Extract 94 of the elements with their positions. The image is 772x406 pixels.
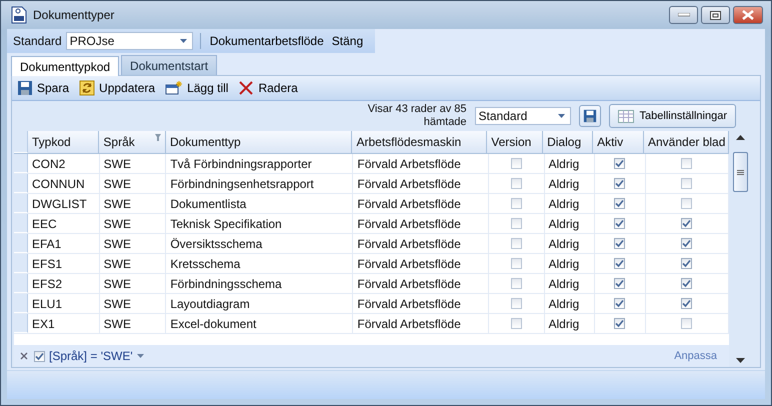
scroll-down-icon[interactable] (736, 358, 745, 363)
scroll-up-icon[interactable] (736, 135, 745, 140)
table-cell: SWE (100, 214, 166, 233)
project-dropdown[interactable]: PROJse (66, 32, 193, 50)
toolbar-button[interactable]: Radera (236, 80, 300, 96)
table-cell: SWE (100, 294, 166, 313)
table-cell: Aldrig (544, 314, 595, 333)
checkbox[interactable] (681, 198, 692, 209)
grip-icon (737, 170, 744, 174)
close-icon (742, 10, 754, 20)
standard-label: Standard (13, 34, 62, 48)
row-count-text: Visar 43 rader av 85 hämtade (366, 103, 467, 129)
checkbox[interactable] (510, 178, 522, 189)
table-cell: SWE (100, 254, 166, 273)
minimize-icon (678, 13, 690, 17)
table-cell: SWE (100, 154, 166, 173)
document-icon (11, 6, 27, 24)
checkbox[interactable] (510, 158, 522, 169)
checkbox[interactable] (614, 318, 626, 329)
table-cell: Aldrig (544, 234, 595, 253)
caret-icon (558, 114, 565, 118)
table-cell: SWE (100, 314, 166, 333)
column-header[interactable]: Arbetsflödesmaskin (352, 131, 488, 153)
table-cell: Aldrig (544, 294, 595, 313)
column-header[interactable]: Dialog (543, 131, 594, 153)
toolbar-button[interactable]: Lägg till (163, 80, 230, 96)
corner-cell (14, 131, 28, 153)
checkbox[interactable] (614, 178, 626, 189)
table-settings-button[interactable]: Tabellinställningar (608, 104, 736, 128)
table-cell: SWE (100, 194, 166, 213)
table-icon (618, 110, 634, 122)
checkbox[interactable] (614, 278, 626, 289)
column-header[interactable]: Använder blad (644, 131, 729, 153)
checkbox[interactable] (614, 298, 626, 309)
checkbox[interactable] (614, 158, 626, 169)
table-cell: Aldrig (544, 254, 595, 273)
table-cell: Aldrig (544, 174, 595, 193)
table-cell: SWE (100, 174, 166, 193)
checkbox[interactable] (510, 238, 522, 249)
save-icon (582, 109, 597, 123)
tab[interactable]: Dokumenttypkod (11, 56, 120, 76)
window-title: Dokumenttyper (33, 8, 114, 22)
close-button[interactable] (733, 6, 763, 24)
checkbox[interactable] (681, 298, 692, 309)
clear-filter-button[interactable] (18, 352, 30, 360)
filter-text[interactable]: [Språk] = 'SWE' (49, 349, 133, 363)
checkbox[interactable] (681, 258, 692, 269)
scrollbar-thumb[interactable] (733, 152, 748, 192)
table-cell: SWE (100, 234, 166, 253)
table-cell: Aldrig (544, 194, 595, 213)
caret-icon (180, 39, 187, 43)
caret-icon (136, 354, 144, 358)
checkbox[interactable] (614, 198, 626, 209)
checkbox[interactable] (614, 218, 626, 229)
table-cell: Aldrig (544, 214, 595, 233)
column-header[interactable]: Typkod (28, 131, 100, 153)
delete-icon (238, 80, 254, 96)
checkbox[interactable] (681, 178, 692, 189)
checkbox[interactable] (681, 218, 692, 229)
checkbox[interactable] (614, 238, 626, 249)
save-layout-button[interactable] (578, 105, 601, 127)
toolbar-button[interactable]: Uppdatera (77, 80, 158, 96)
refresh-icon (79, 80, 96, 96)
checkbox[interactable] (681, 318, 692, 329)
checkbox[interactable] (510, 278, 522, 289)
checkbox[interactable] (681, 278, 692, 289)
toolbar-link[interactable]: Stäng (330, 34, 366, 48)
tab[interactable]: Dokumentstart (121, 55, 218, 75)
checkbox[interactable] (510, 218, 522, 229)
checkbox[interactable] (510, 318, 522, 329)
checkbox[interactable] (681, 238, 692, 249)
table-cell: Aldrig (544, 154, 595, 173)
maximize-button[interactable] (701, 6, 730, 24)
column-header[interactable]: Aktiv (593, 131, 644, 153)
toolbar-button[interactable]: Spara (15, 80, 72, 96)
column-header[interactable]: Dokumenttyp (166, 131, 352, 153)
toolbar-link[interactable]: Dokumentarbetsflöde (208, 34, 326, 48)
checkbox[interactable] (510, 258, 522, 269)
checkbox[interactable] (510, 198, 522, 209)
table-cell: Aldrig (544, 274, 595, 293)
layout-dropdown[interactable]: Standard (474, 107, 571, 125)
filter-icon (154, 134, 161, 141)
filter-checkbox[interactable] (34, 350, 45, 362)
customize-link[interactable]: Anpassa (668, 349, 723, 363)
checkbox[interactable] (510, 298, 522, 309)
checkbox[interactable] (614, 258, 626, 269)
minimize-button[interactable] (669, 6, 698, 24)
column-header[interactable]: Språk (99, 131, 166, 153)
checkbox[interactable] (681, 158, 692, 169)
add-row-icon (165, 80, 184, 96)
column-header[interactable]: Version (487, 131, 544, 153)
save-icon (17, 80, 33, 96)
maximize-icon (710, 10, 721, 20)
table-cell: SWE (100, 274, 166, 293)
